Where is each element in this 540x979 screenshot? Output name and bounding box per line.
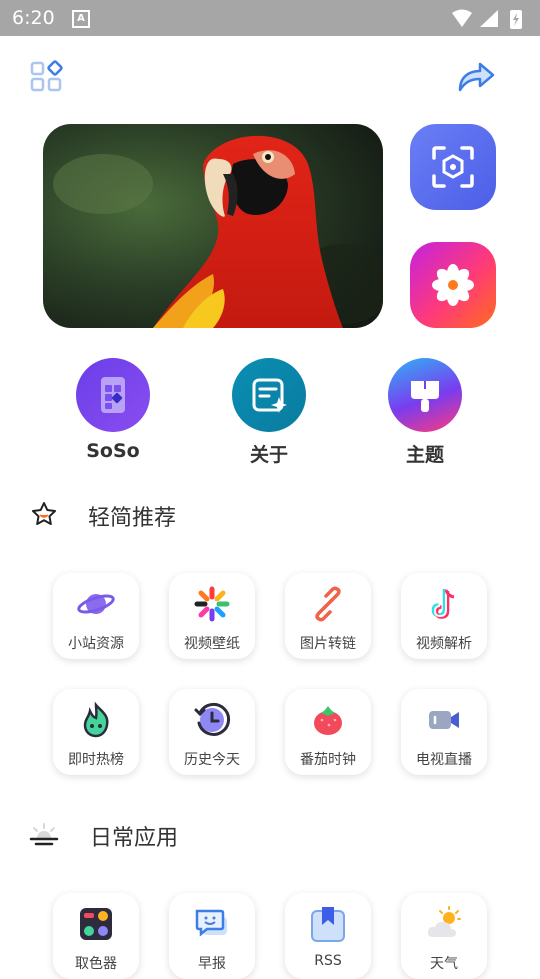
main-content: SoSo 关于 主题 轻简推荐 小站资源 视频壁纸 图片转链 视频解析 即时热榜… (0, 36, 540, 979)
link-icon (315, 586, 341, 622)
flower-button[interactable] (410, 242, 496, 328)
card-label: 番茄时钟 (300, 752, 356, 768)
card-image-link[interactable]: 图片转链 (285, 573, 371, 659)
planet-icon (77, 594, 115, 614)
app-theme[interactable]: 主题 (370, 358, 480, 467)
card-color-picker[interactable]: 取色器 (53, 893, 139, 979)
hero-image[interactable] (43, 124, 383, 328)
apps-grid-icon[interactable] (30, 60, 64, 98)
app-soso-label: SoSo (86, 440, 140, 462)
card-label: 电视直播 (416, 752, 472, 768)
scan-button[interactable] (410, 124, 496, 210)
card-label: 早报 (198, 956, 226, 972)
app-theme-label: 主题 (405, 444, 444, 466)
card-label: 即时热榜 (68, 752, 124, 768)
section-daily-title: 日常应用 (90, 826, 179, 851)
flame-icon (83, 701, 109, 738)
card-label: 视频解析 (416, 636, 472, 652)
card-morning-news[interactable]: 早报 (169, 893, 255, 979)
card-label: RSS (314, 953, 342, 969)
card-label: 天气 (430, 956, 458, 972)
weather-icon (427, 906, 461, 937)
scan-icon (432, 146, 474, 188)
app-soso[interactable]: SoSo (58, 358, 168, 462)
status-bar: 6:20 A (0, 0, 540, 36)
star-icon (30, 500, 58, 532)
phone-apps-icon (76, 358, 150, 432)
wifi-signal-battery-icon (452, 9, 522, 29)
card-video-parse[interactable]: 视频解析 (401, 573, 487, 659)
section-recommend-title: 轻简推荐 (88, 506, 177, 531)
app-about-label: 关于 (249, 444, 288, 466)
card-history-today[interactable]: 历史今天 (169, 689, 255, 775)
card-label: 视频壁纸 (184, 636, 240, 652)
notification-icon: A (72, 10, 90, 28)
card-weather[interactable]: 天气 (401, 893, 487, 979)
share-arrow-icon[interactable] (456, 60, 496, 98)
tomato-icon (314, 706, 342, 735)
status-icons (450, 8, 530, 34)
chat-bubble-icon (195, 909, 227, 937)
app-about[interactable]: 关于 (214, 358, 324, 467)
flower-icon (432, 264, 474, 306)
status-time: 6:20 (12, 7, 55, 29)
card-label: 历史今天 (184, 752, 240, 768)
edit-sparkle-icon (232, 358, 306, 432)
paint-brush-icon (388, 358, 462, 432)
card-tv-live[interactable]: 电视直播 (401, 689, 487, 775)
bookmark-icon (311, 907, 345, 942)
palette-icon (80, 908, 112, 940)
card-label: 小站资源 (68, 636, 124, 652)
tiktok-icon (431, 589, 455, 619)
sunrise-icon (29, 820, 59, 852)
video-camera-icon (429, 711, 459, 729)
card-site-resources[interactable]: 小站资源 (53, 573, 139, 659)
pinwheel-icon (194, 586, 230, 622)
card-rss[interactable]: RSS (285, 893, 371, 979)
card-label: 取色器 (75, 956, 117, 972)
card-label: 图片转链 (300, 636, 356, 652)
card-hot-list[interactable]: 即时热榜 (53, 689, 139, 775)
card-video-wallpaper[interactable]: 视频壁纸 (169, 573, 255, 659)
clock-history-icon (194, 702, 231, 736)
card-pomodoro[interactable]: 番茄时钟 (285, 689, 371, 775)
